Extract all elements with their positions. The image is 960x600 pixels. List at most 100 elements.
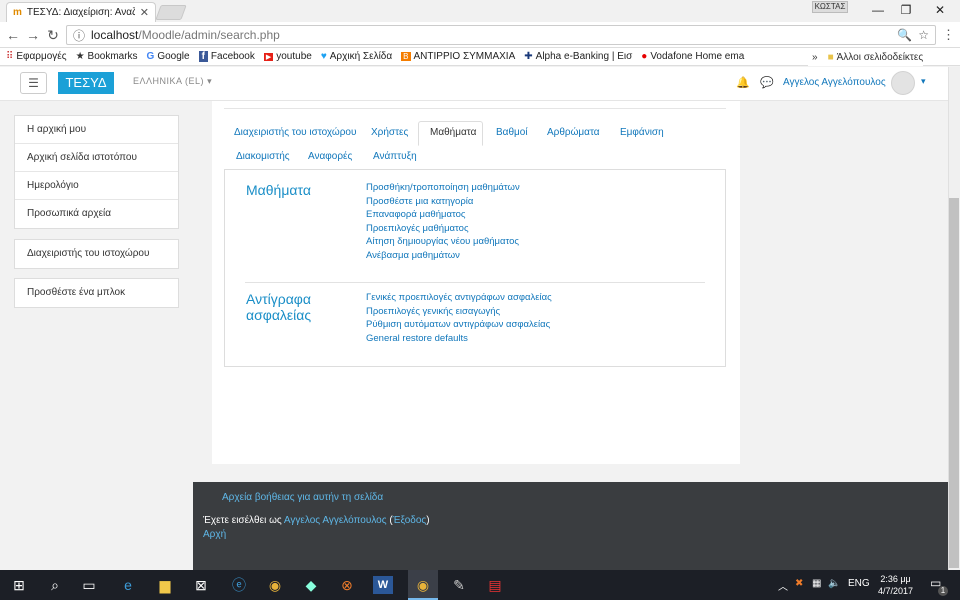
tab-development[interactable]: Ανάπτυξη bbox=[373, 151, 417, 162]
link-backup-defaults[interactable]: Γενικές προεπιλογές αντιγράφων ασφαλείας bbox=[366, 291, 552, 305]
page-info-icon[interactable]: ⓘ bbox=[73, 27, 85, 44]
tab-plugins[interactable]: Αρθρώματα bbox=[547, 127, 600, 138]
chrome-icon[interactable]: ◉ bbox=[262, 573, 288, 597]
link-manage-courses[interactable]: Προσθήκη/τροποποίηση μαθημάτων bbox=[366, 181, 520, 195]
task-view-icon[interactable]: ▭ bbox=[76, 573, 102, 597]
chat-bubble-icon[interactable]: 💬 bbox=[760, 76, 774, 89]
file-explorer-icon[interactable]: ▆ bbox=[152, 573, 178, 597]
profile-badge[interactable]: ΚΩΣΤΑΣ bbox=[812, 1, 848, 13]
language-selector[interactable]: ΕΛΛΗΝΙΚΑ (EL) ▾ bbox=[133, 76, 212, 87]
bookmark-label: Google bbox=[157, 51, 190, 62]
bookmark-vodafone[interactable]: ● Vodafone Home ema bbox=[641, 51, 744, 62]
restore-icon[interactable]: ❐ bbox=[892, 2, 920, 18]
tray-language[interactable]: ENG bbox=[848, 578, 870, 589]
windows-start-icon[interactable]: ⊞ bbox=[6, 573, 32, 597]
site-brand[interactable]: ΤΕΣΥΔ bbox=[58, 72, 114, 94]
user-menu-name[interactable]: Αγγελος Αγγελόπουλος bbox=[783, 77, 886, 88]
tab-courses[interactable]: Μαθήματα bbox=[430, 127, 476, 138]
user-menu-caret-icon[interactable]: ▾ bbox=[921, 76, 926, 87]
link-course-request[interactable]: Αίτηση δημιουργίας νέου μαθήματος bbox=[366, 235, 520, 249]
sidebar-item-calendar[interactable]: Ημερολόγιο bbox=[15, 172, 178, 200]
footer-user-link[interactable]: Αγγελος Αγγελόπουλος bbox=[284, 515, 387, 526]
chevron-down-icon: ▾ bbox=[207, 76, 213, 86]
zoom-icon[interactable]: 🔍 bbox=[897, 28, 912, 42]
link-course-reset[interactable]: Επαναφορά μαθήματος bbox=[366, 208, 520, 222]
bookmark-antirrio[interactable]: B ΑΝΤΙΡΡΙΟ ΣΥΜΜΑΧΙΑ bbox=[401, 51, 515, 62]
sidebar-item-site-admin[interactable]: Διαχειριστής του ιστοχώρου bbox=[15, 240, 178, 268]
link-restore-defaults[interactable]: General restore defaults bbox=[366, 332, 552, 346]
bell-icon[interactable]: 🔔 bbox=[736, 76, 750, 89]
tray-chevron-up-icon[interactable]: ︿ bbox=[778, 578, 788, 593]
tray-xampp-icon[interactable]: ✖ bbox=[795, 578, 803, 589]
bookmark-apps[interactable]: ⠿ Εφαρμογές bbox=[6, 51, 67, 62]
twitter-icon: ♥ bbox=[320, 51, 327, 62]
bookmarks-more-icon[interactable]: » bbox=[812, 52, 818, 63]
sidebar-item-private-files[interactable]: Προσωπικά αρχεία bbox=[15, 200, 178, 228]
logged-in-prefix: Έχετε εισέλθει ως bbox=[203, 515, 284, 526]
edge-icon[interactable]: e bbox=[115, 573, 141, 597]
store-icon[interactable]: ⊠ bbox=[188, 573, 214, 597]
bookmark-star-icon[interactable]: ☆ bbox=[918, 28, 929, 42]
search-icon[interactable]: ⌕ bbox=[42, 573, 68, 597]
help-docs-link[interactable]: Αρχεία βοήθειας για αυτήν τη σελίδα bbox=[222, 492, 383, 503]
sidebar-item-site-home[interactable]: Αρχική σελίδα ιστοτόπου bbox=[15, 144, 178, 172]
link-upload-courses[interactable]: Ανέβασμα μαθημάτων bbox=[366, 249, 520, 263]
footer-home-link[interactable]: Αρχή bbox=[203, 529, 226, 540]
tab-users[interactable]: Χρήστες bbox=[371, 127, 408, 138]
link-automated-backup[interactable]: Ρύθμιση αυτόματων αντιγράφων ασφαλείας bbox=[366, 318, 552, 332]
tab-appearance[interactable]: Εμφάνιση bbox=[620, 127, 664, 138]
reload-icon[interactable]: ↻ bbox=[44, 26, 62, 44]
bookmark-bookmarks[interactable]: ★ Bookmarks bbox=[76, 51, 138, 62]
url-path: /Moodle/admin/search.php bbox=[138, 28, 280, 42]
chrome-active-icon[interactable]: ◉ bbox=[410, 573, 436, 597]
hamburger-menu-icon[interactable]: ☰ bbox=[20, 72, 47, 94]
word-icon[interactable]: W bbox=[373, 576, 393, 594]
chart-app-icon[interactable]: ▤ bbox=[482, 573, 508, 597]
link-add-category[interactable]: Προσθέστε μια κατηγορία bbox=[366, 195, 520, 209]
xampp-icon[interactable]: ⊗ bbox=[334, 573, 360, 597]
section-heading-line: Αντίγραφα bbox=[246, 291, 311, 307]
link-import-defaults[interactable]: Προεπιλογές γενικής εισαγωγής bbox=[366, 305, 552, 319]
page-scrollbar-thumb[interactable] bbox=[949, 198, 959, 568]
vodafone-icon: ● bbox=[641, 51, 648, 62]
notepad-icon[interactable]: ◆ bbox=[298, 573, 324, 597]
tray-volume-icon[interactable]: 🔈 bbox=[828, 578, 840, 589]
section-heading-courses[interactable]: Μαθήματα bbox=[246, 182, 311, 198]
address-bar[interactable]: ⓘ localhost/Moodle/admin/search.php 🔍 ☆ bbox=[66, 25, 936, 45]
close-window-icon[interactable]: ✕ bbox=[926, 2, 954, 18]
section-divider bbox=[245, 282, 705, 283]
divider bbox=[224, 108, 726, 109]
tab-server[interactable]: Διακομιστής bbox=[236, 151, 290, 162]
internet-explorer-icon[interactable]: ⓔ bbox=[226, 573, 252, 597]
tab-reports[interactable]: Αναφορές bbox=[308, 151, 352, 162]
tab-grades[interactable]: Βαθμοί bbox=[496, 127, 528, 138]
paint-icon[interactable]: ✎ bbox=[446, 573, 472, 597]
sidebar-admin-block: Διαχειριστής του ιστοχώρου bbox=[14, 239, 179, 269]
forward-icon[interactable]: → bbox=[24, 26, 42, 44]
browser-tab[interactable]: m ΤΕΣΥΔ: Διαχείριση: Αναζ ✕ bbox=[6, 2, 156, 22]
bookmark-alpha-bank[interactable]: ✚ Alpha e-Banking | Εισ bbox=[524, 51, 632, 62]
clock-date: 4/7/2017 bbox=[878, 586, 914, 596]
other-bookmarks[interactable]: ■ Άλλοι σελιδοδείκτες bbox=[828, 52, 924, 63]
avatar[interactable] bbox=[891, 71, 915, 95]
minimize-icon[interactable]: — bbox=[864, 2, 892, 18]
apps-icon: ⠿ bbox=[6, 51, 14, 62]
link-course-defaults[interactable]: Προεπιλογές μαθήματος bbox=[366, 222, 520, 236]
blogger-icon: B bbox=[401, 52, 411, 61]
taskbar-clock[interactable]: 2:36 μμ 4/7/2017 bbox=[878, 573, 913, 597]
bookmark-facebook[interactable]: f Facebook bbox=[198, 51, 255, 62]
menu-dots-icon[interactable]: ⋮ bbox=[942, 27, 955, 43]
bookmark-home-page[interactable]: ♥ Αρχική Σελίδα bbox=[321, 51, 392, 62]
sidebar-item-add-block[interactable]: Προσθέστε ένα μπλοκ bbox=[15, 279, 178, 307]
youtube-icon: ▶ bbox=[263, 52, 274, 61]
section-heading-backups[interactable]: Αντίγραφα ασφαλείας bbox=[246, 291, 311, 323]
logout-link[interactable]: Έξοδος bbox=[393, 515, 427, 526]
tab-site-admin[interactable]: Διαχειριστής του ιστοχώρου bbox=[234, 127, 356, 138]
close-tab-icon[interactable]: ✕ bbox=[140, 6, 149, 19]
tray-network-icon[interactable]: ▦ bbox=[812, 578, 821, 589]
bookmark-youtube[interactable]: ▶ youtube bbox=[263, 51, 312, 62]
bookmark-google[interactable]: G Google bbox=[147, 51, 190, 62]
new-tab-button[interactable] bbox=[155, 5, 187, 20]
sidebar-item-dashboard[interactable]: Η αρχική μου bbox=[15, 116, 178, 144]
back-icon[interactable]: ← bbox=[4, 26, 22, 44]
